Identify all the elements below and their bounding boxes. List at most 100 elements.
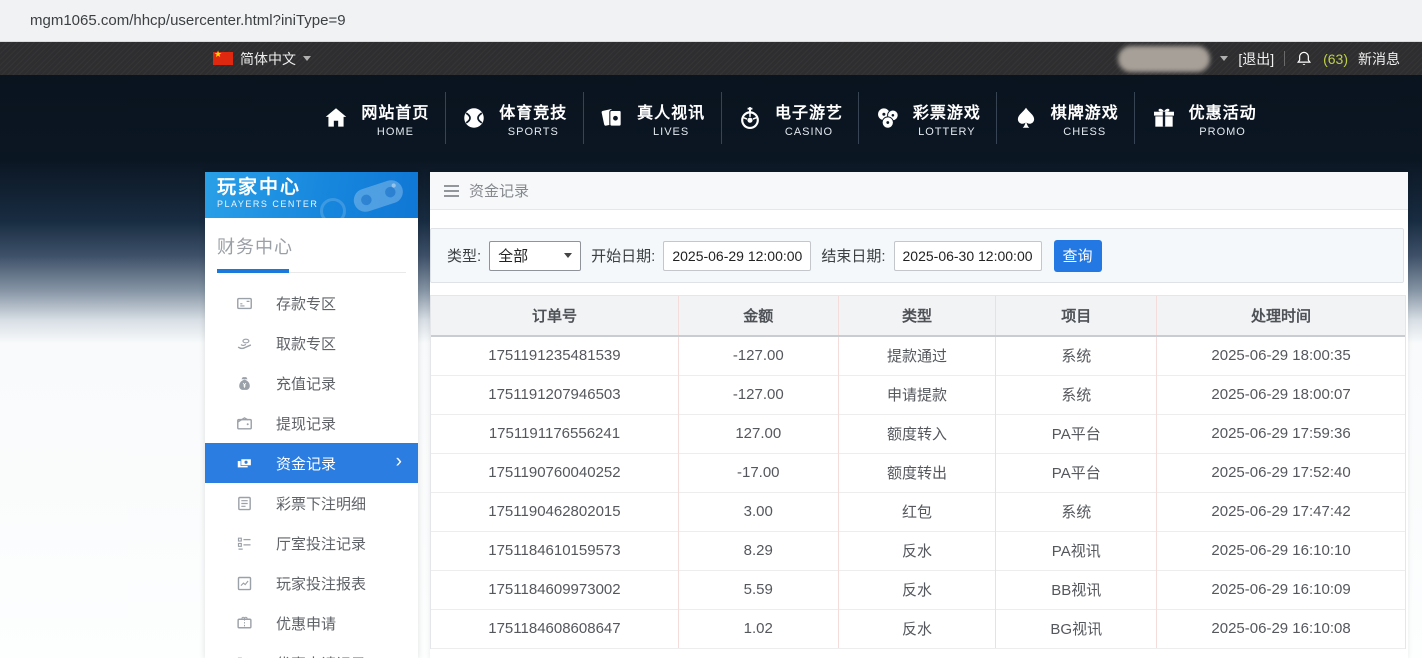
- address-url: mgm1065.com/hhcp/usercenter.html?iniType…: [30, 12, 346, 29]
- sidebar-item-deposit[interactable]: 存款专区: [205, 283, 418, 323]
- table-row: 17511904628020153.00红包系统2025-06-29 17:47…: [431, 492, 1405, 531]
- table-cell: 5.59: [678, 570, 838, 609]
- end-date-input[interactable]: [894, 241, 1042, 271]
- promo-apply-icon: [235, 615, 253, 632]
- nav-label-en: CASINO: [785, 126, 833, 138]
- language-selector[interactable]: 简体中文: [213, 49, 311, 69]
- table-cell: 2025-06-29 17:59:36: [1157, 414, 1405, 453]
- table-cell: 2025-06-29 18:00:07: [1157, 375, 1405, 414]
- funds-record-icon: [235, 455, 253, 472]
- table-cell: 1.02: [678, 609, 838, 648]
- sidebar-item-withdraw-record[interactable]: 提现记录: [205, 403, 418, 443]
- nav-label-zh: 优惠活动: [1189, 99, 1257, 123]
- table-cell: -127.00: [678, 375, 838, 414]
- bell-icon[interactable]: [1295, 50, 1313, 68]
- sidebar-section: 财务中心: [205, 218, 418, 273]
- chevron-down-icon: [564, 253, 572, 258]
- sidebar-item-label: 优惠申请记录: [276, 653, 366, 658]
- nav-label-en: HOME: [377, 126, 414, 138]
- table-cell: 2025-06-29 16:10:09: [1157, 570, 1405, 609]
- lottery-bet-detail-icon: [235, 495, 253, 512]
- table-cell: 2025-06-29 16:10:10: [1157, 531, 1405, 570]
- nav-item-home[interactable]: 网站首页 HOME: [308, 92, 446, 144]
- table-cell: 2025-06-29 17:52:40: [1157, 453, 1405, 492]
- sidebar: 玩家中心 PLAYERS CENTER 财务中心 存款专区取款专区充值记录提现记…: [205, 172, 418, 658]
- table-cell: 1751191207946503: [431, 375, 678, 414]
- nav-item-chess[interactable]: 棋牌游戏CHESS: [997, 92, 1135, 144]
- screen: mgm1065.com/hhcp/usercenter.html?iniType…: [0, 0, 1422, 658]
- nav-item-lives[interactable]: 真人视讯LIVES: [584, 92, 722, 144]
- sidebar-item-label: 充值记录: [276, 373, 336, 394]
- account-actions: [退出] (63) 新消息: [1118, 46, 1400, 72]
- nav-item-sports[interactable]: 体育竞技 SPORTS: [446, 92, 584, 144]
- sidebar-item-recharge-record[interactable]: 充值记录: [205, 363, 418, 403]
- table-row: 17511846101595738.29反水PA视讯2025-06-29 16:…: [431, 531, 1405, 570]
- column-header: 类型: [838, 296, 996, 336]
- home-icon: [323, 105, 349, 131]
- sidebar-item-funds-record[interactable]: 资金记录›: [205, 443, 418, 483]
- sidebar-item-label: 资金记录: [276, 453, 336, 474]
- table-cell: 额度转入: [838, 414, 996, 453]
- table-row: 1751190760040252-17.00额度转出PA平台2025-06-29…: [431, 453, 1405, 492]
- section-underline: [217, 272, 406, 273]
- nav-items: 网站首页 HOME 体育竞技 SPORTS 真人视讯LIVES 电子游艺 CASINO 彩票游…: [308, 92, 1272, 144]
- lives-icon: [599, 105, 625, 131]
- sidebar-item-withdraw[interactable]: 取款专区: [205, 323, 418, 363]
- nav-label-en: SPORTS: [508, 126, 559, 138]
- nav-item-promo[interactable]: 优惠活动PROMO: [1135, 92, 1272, 144]
- logout-button[interactable]: [退出]: [1238, 49, 1274, 69]
- table-cell: 系统: [996, 375, 1157, 414]
- table-cell: 系统: [996, 336, 1157, 375]
- table-cell: 2025-06-29 16:10:08: [1157, 609, 1405, 648]
- table-cell: 1751184609973002: [431, 570, 678, 609]
- table-cell: 1751190462802015: [431, 492, 678, 531]
- table-row: 1751191207946503-127.00申请提款系统2025-06-29 …: [431, 375, 1405, 414]
- table-row: 17511846086086471.02反水BG视讯2025-06-29 16:…: [431, 609, 1405, 648]
- funds-table: 订单号金额类型项目处理时间 1751191235481539-127.00提款通…: [430, 295, 1406, 649]
- menu-icon[interactable]: [444, 185, 459, 197]
- table-cell: 反水: [838, 531, 996, 570]
- type-select-value: 全部: [498, 245, 528, 266]
- new-messages-link[interactable]: 新消息: [1358, 49, 1400, 69]
- sidebar-item-promo-apply[interactable]: 优惠申请: [205, 603, 418, 643]
- chevron-down-icon[interactable]: [1220, 56, 1228, 61]
- nav-label-zh: 网站首页: [361, 99, 429, 123]
- column-header: 项目: [996, 296, 1157, 336]
- table-cell: 申请提款: [838, 375, 996, 414]
- table-cell: BG视讯: [996, 609, 1157, 648]
- sidebar-item-label: 存款专区: [276, 293, 336, 314]
- search-button[interactable]: 查询: [1054, 240, 1102, 272]
- account-topbar: 简体中文 [退出] (63) 新消息: [0, 42, 1422, 75]
- address-bar[interactable]: mgm1065.com/hhcp/usercenter.html?iniType…: [0, 0, 1422, 42]
- table-row: 1751191176556241127.00额度转入PA平台2025-06-29…: [431, 414, 1405, 453]
- type-select[interactable]: 全部: [489, 241, 581, 271]
- sidebar-item-player-bet-report[interactable]: 玩家投注报表: [205, 563, 418, 603]
- table-cell: -17.00: [678, 453, 838, 492]
- sidebar-item-label: 取款专区: [276, 333, 336, 354]
- sidebar-menu: 存款专区取款专区充值记录提现记录资金记录›彩票下注明细厅室投注记录玩家投注报表优…: [205, 273, 418, 658]
- nav-item-lottery[interactable]: 彩票游戏LOTTERY: [859, 92, 997, 144]
- nav-item-casino[interactable]: 电子游艺 CASINO: [722, 92, 860, 144]
- sidebar-item-hall-bet-record[interactable]: 厅室投注记录: [205, 523, 418, 563]
- table-cell: -127.00: [678, 336, 838, 375]
- player-bet-report-icon: [235, 575, 253, 592]
- column-header: 金额: [678, 296, 838, 336]
- divider: [1284, 51, 1285, 66]
- username-redacted: [1118, 46, 1210, 72]
- withdraw-record-icon: [235, 415, 253, 432]
- sidebar-item-promo-apply-record[interactable]: 优惠申请记录: [205, 643, 418, 658]
- gamepad-icon: [346, 174, 410, 218]
- sidebar-item-label: 提现记录: [276, 413, 336, 434]
- sidebar-item-label: 优惠申请: [276, 613, 336, 634]
- start-date-input[interactable]: [663, 241, 811, 271]
- table-cell: 红包: [838, 492, 996, 531]
- casino-icon: [737, 105, 763, 131]
- filter-bar: 类型: 全部 开始日期: 结束日期: 查询: [430, 228, 1404, 283]
- nav-label-zh: 电子游艺: [775, 99, 843, 123]
- table-cell: 1751184610159573: [431, 531, 678, 570]
- sidebar-item-lottery-bet-detail[interactable]: 彩票下注明细: [205, 483, 418, 523]
- nav-label-zh: 体育竞技: [499, 99, 567, 123]
- nav-label-en: CHESS: [1063, 126, 1106, 138]
- finance-center-title: 财务中心: [217, 233, 406, 259]
- table-cell: 1751184608608647: [431, 609, 678, 648]
